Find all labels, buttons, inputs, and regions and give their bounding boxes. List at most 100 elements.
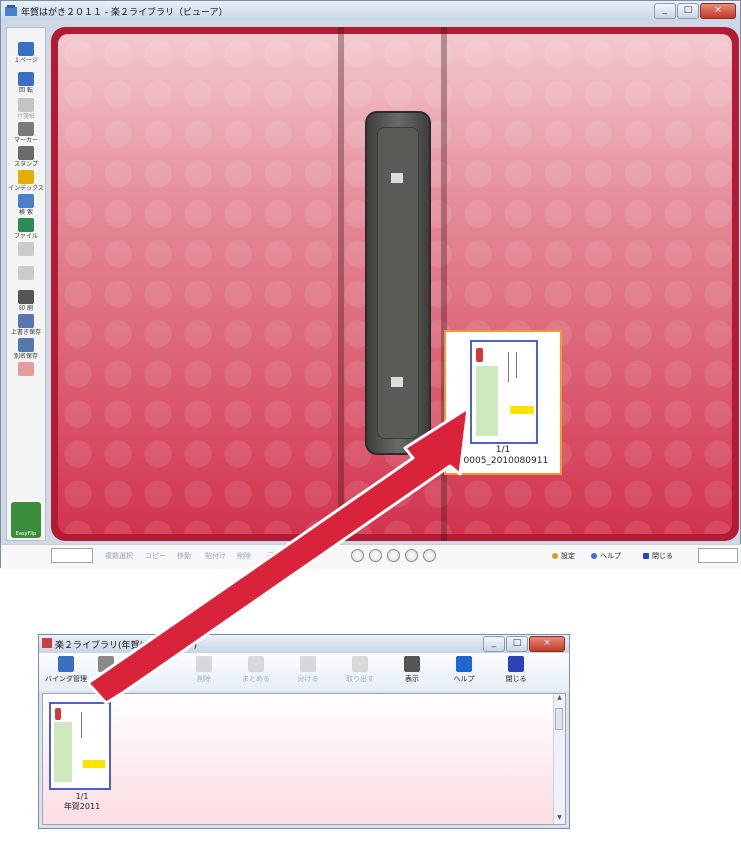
tool-stamp-seal[interactable]: [7, 362, 45, 377]
tool-edit[interactable]: [7, 242, 45, 257]
viewer-window: 年賀はがき２０１１ - 楽２ライブラリ（ビューア） _ □ × １ページ回 転付…: [0, 0, 741, 569]
tool-index[interactable]: インデックス: [7, 170, 45, 192]
desk-tool-close[interactable]: 閉じる: [491, 656, 541, 684]
tool-label: ファイル: [13, 233, 38, 240]
save-icon: [18, 314, 34, 328]
binder-manage-icon: [58, 656, 74, 672]
minimize-button[interactable]: _: [654, 3, 676, 19]
tool-label: 印 刷: [19, 305, 33, 312]
desk-tool-operate[interactable]: 操作: [81, 656, 131, 684]
binder-clip[interactable]: [365, 111, 431, 455]
app-icon: [5, 5, 17, 16]
view-icon: [404, 656, 420, 672]
merge-icon: [248, 656, 264, 672]
desk-tool-delete[interactable]: 削除: [179, 656, 229, 684]
tool-marker[interactable]: マーカー: [7, 122, 45, 144]
desk-tool-label: 操作: [99, 675, 113, 683]
tool-print[interactable]: 印 刷: [7, 290, 45, 312]
nav-prev-button[interactable]: [369, 549, 382, 562]
desk-tool-label: 削除: [197, 675, 211, 683]
desk-tool-label: 取り出す: [346, 675, 374, 683]
print-icon: [18, 290, 34, 304]
desk-content-area: 1/1 年賀2011 ▲ ▼: [42, 693, 566, 825]
stamp-seal-icon: [18, 362, 34, 376]
save-as-icon: [18, 338, 34, 352]
postcard-page-number: 1/1: [495, 445, 511, 455]
status-input-left[interactable]: [51, 548, 93, 563]
tool-label: １ページ: [14, 57, 38, 64]
tool-rotate[interactable]: 回 転: [7, 72, 45, 94]
index-icon: [18, 170, 34, 184]
maximize-button[interactable]: □: [677, 3, 699, 19]
paste-button[interactable]: 貼付け: [205, 551, 226, 561]
desk-maximize-button[interactable]: □: [506, 636, 528, 652]
desk-title: 楽２ライブラリ(年賀はがきデスク): [55, 641, 198, 651]
desk-tool-merge[interactable]: まとめる: [231, 656, 281, 684]
easyflip-logo: EasyFlip: [11, 502, 41, 538]
settings-icon: [552, 553, 558, 559]
postcard-thumbnail[interactable]: 1/1 00005_2010080911: [444, 330, 562, 475]
delete-icon: [196, 656, 212, 672]
nav-last-button[interactable]: [423, 549, 436, 562]
tool-send[interactable]: [7, 266, 45, 281]
tool-one-page[interactable]: １ページ: [7, 42, 45, 64]
close-icon: [643, 553, 649, 559]
tool-label: スタンプ: [14, 161, 38, 168]
operate-icon: [98, 656, 114, 672]
tool-strip: １ページ回 転付箋紙マーカースタンプインデックス検 索ファイル印 刷上書き保存別…: [6, 27, 46, 541]
tool-save[interactable]: 上書き保存: [7, 314, 45, 336]
tool-save-as[interactable]: 別名保存: [7, 338, 45, 360]
tool-label: インデックス: [8, 185, 44, 192]
move-button[interactable]: 移動: [177, 551, 191, 561]
delete-button[interactable]: 削除: [237, 551, 251, 561]
desk-tool-label: まとめる: [242, 675, 270, 683]
tool-sticky-note[interactable]: 付箋紙: [7, 98, 45, 120]
nav-stop-button[interactable]: [387, 549, 400, 562]
desk-toolbar: バインダ管理 操作 削除 まとめる 分ける 取り出す 表示 ヘルプ 閉じる: [39, 653, 569, 691]
close-button[interactable]: 閉じる: [643, 551, 673, 561]
tool-label: 付箋紙: [16, 113, 35, 120]
desk-tool-help[interactable]: ヘルプ: [439, 656, 489, 684]
easyflip-label: EasyFlip: [15, 531, 37, 537]
desk-titlebar: 楽２ライブラリ(年賀はがきデスク) _ □ ×: [39, 635, 569, 653]
tool-label: マーカー: [13, 137, 38, 144]
desk-tool-split[interactable]: 分ける: [283, 656, 333, 684]
tool-label: 別名保存: [13, 353, 38, 360]
desk-close-window-button[interactable]: ×: [529, 636, 565, 652]
send-icon: [18, 266, 34, 280]
desk-minimize-button[interactable]: _: [483, 636, 505, 652]
desk-tool-view[interactable]: 表示: [387, 656, 437, 684]
desk-tool-label: ヘルプ: [453, 675, 475, 683]
postcard-filename: 00005_2010080911: [457, 456, 549, 466]
search-icon: [18, 194, 34, 208]
settings-button[interactable]: 設定: [552, 551, 575, 561]
viewer-status-bar: 複数選択 コピー 移動 貼付け 削除 元 設定 ヘルプ 閉じる: [1, 544, 741, 569]
nav-next-button[interactable]: [405, 549, 418, 562]
close-icon: [508, 656, 524, 672]
tool-search[interactable]: 検 索: [7, 194, 45, 216]
desk-item-name: 年賀2011: [63, 802, 101, 811]
binder-ring-icon: [391, 173, 403, 183]
nav-first-button[interactable]: [351, 549, 364, 562]
tool-file[interactable]: ファイル: [7, 218, 45, 240]
copy-button[interactable]: コピー: [145, 551, 166, 561]
help-button[interactable]: ヘルプ: [591, 551, 621, 561]
tool-label: 回 転: [19, 87, 33, 94]
edit-icon: [18, 242, 34, 256]
multi-select-button[interactable]: 複数選択: [105, 551, 133, 561]
status-input-right[interactable]: [698, 548, 738, 563]
desk-app-icon: [42, 638, 52, 648]
tool-label: 上書き保存: [10, 329, 41, 336]
desk-vertical-scrollbar[interactable]: ▲ ▼: [553, 694, 565, 824]
desk-item-page-number: 1/1: [75, 792, 89, 801]
close-window-button[interactable]: ×: [700, 3, 736, 19]
desk-binder-item[interactable]: 1/1 年賀2011: [46, 702, 118, 812]
scroll-thumb[interactable]: [555, 708, 563, 730]
scroll-down-icon[interactable]: ▼: [554, 814, 565, 824]
viewer-titlebar: 年賀はがき２０１１ - 楽２ライブラリ（ビューア） _ □ ×: [1, 1, 740, 21]
desk-tool-extract[interactable]: 取り出す: [335, 656, 385, 684]
help-icon: [456, 656, 472, 672]
scroll-up-icon[interactable]: ▲: [554, 694, 565, 704]
tool-stamp[interactable]: スタンプ: [7, 146, 45, 168]
undo-button[interactable]: 元: [267, 551, 274, 561]
